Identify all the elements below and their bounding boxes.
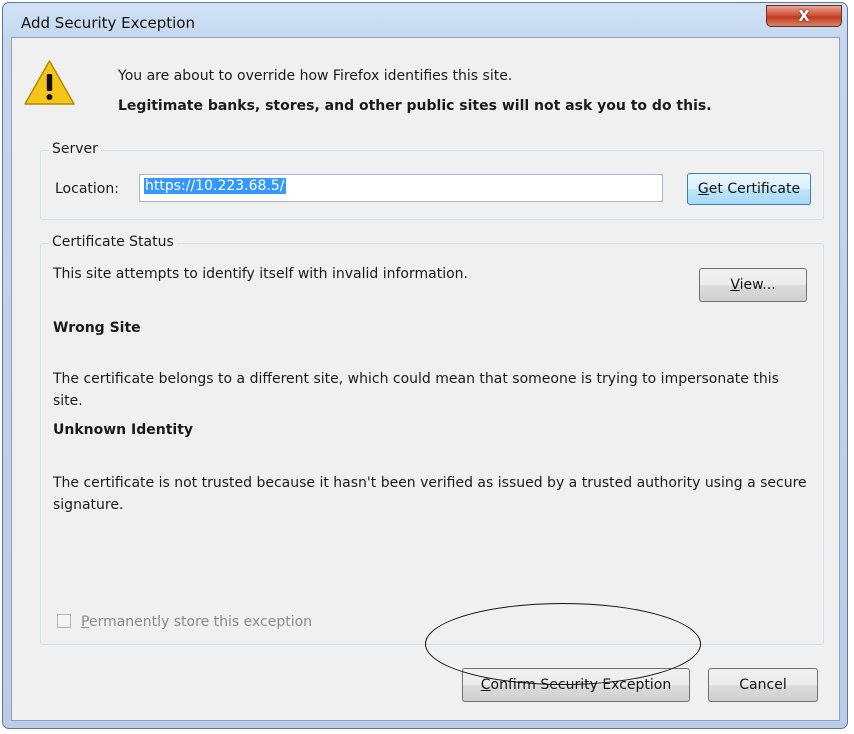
warning-icon	[24, 60, 75, 105]
wrong-site-title: Wrong Site	[53, 320, 141, 336]
location-input[interactable]: https://10.223.68.5/	[139, 174, 663, 202]
close-button[interactable]: X	[766, 5, 842, 27]
intro-warning-text: Legitimate banks, stores, and other publ…	[118, 98, 712, 114]
checkbox-box[interactable]	[57, 614, 71, 628]
wrong-site-text: The certificate belongs to a different s…	[53, 371, 779, 409]
view-button[interactable]: View...	[699, 268, 807, 302]
get-certificate-button[interactable]: Get Certificate	[687, 173, 811, 205]
dialog-window: Add Security Exception X You are about t…	[2, 2, 848, 729]
location-value: https://10.223.68.5/	[144, 178, 286, 194]
location-label: Location:	[55, 181, 119, 197]
window-title: Add Security Exception	[21, 14, 195, 32]
dialog-body: You are about to override how Firefox id…	[11, 37, 840, 721]
server-legend: Server	[49, 141, 101, 157]
certificate-status-group: Certificate Status This site attempts to…	[40, 234, 824, 645]
unknown-identity-title: Unknown Identity	[53, 422, 194, 438]
status-summary: This site attempts to identify itself wi…	[53, 266, 468, 282]
intro-text: You are about to override how Firefox id…	[118, 68, 513, 84]
unknown-identity-text: The certificate is not trusted because i…	[53, 475, 807, 513]
certificate-status-legend: Certificate Status	[49, 234, 177, 250]
cancel-button[interactable]: Cancel	[708, 668, 818, 702]
highlight-ellipse	[425, 603, 701, 685]
permanent-exception-checkbox[interactable]: Permanently store this exception	[57, 614, 312, 630]
server-group: Server Location: https://10.223.68.5/ Ge…	[40, 141, 824, 220]
